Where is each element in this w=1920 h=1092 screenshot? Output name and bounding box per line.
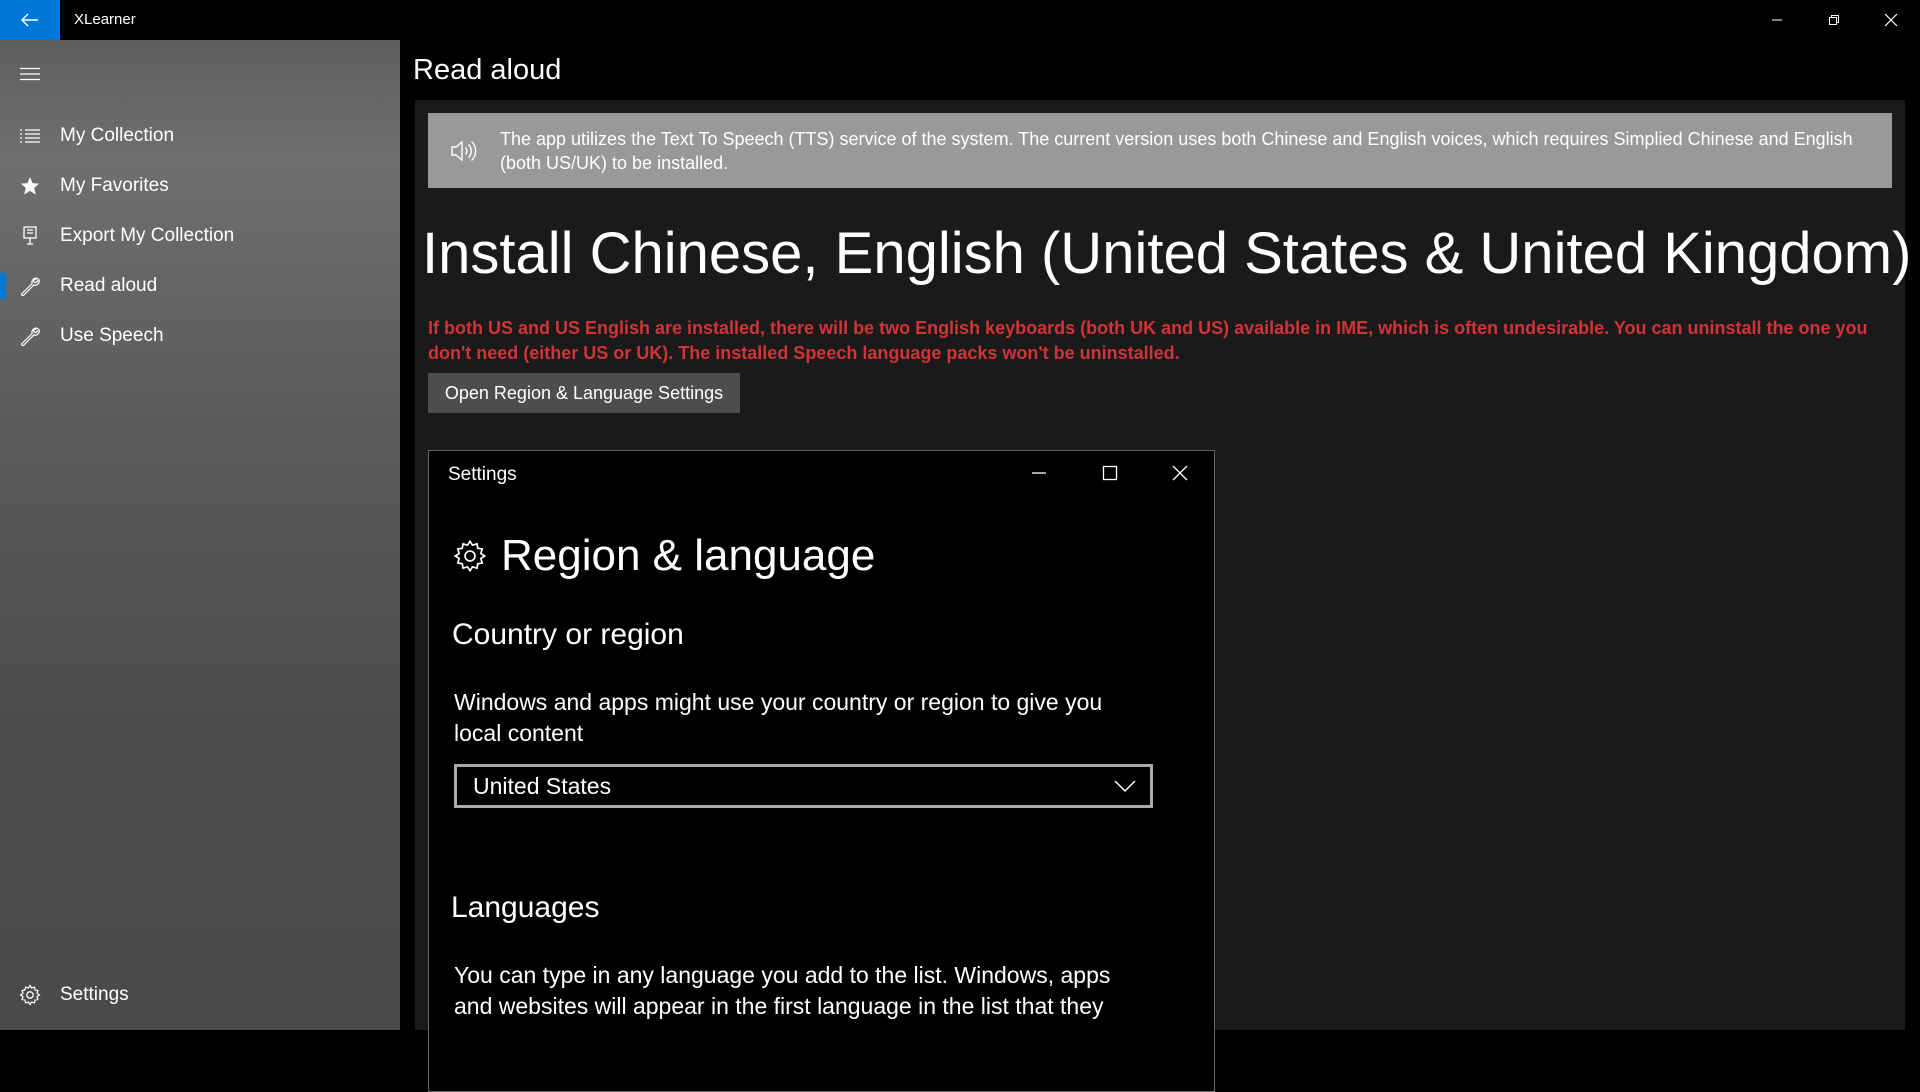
settings-heading: Region & language xyxy=(453,531,875,581)
sidebar-item-export-my-collection[interactable]: Export My Collection xyxy=(0,213,400,259)
minimize-icon xyxy=(1771,19,1782,21)
title-bar: XLearner xyxy=(0,0,1920,40)
country-dropdown: United States xyxy=(454,764,1153,808)
sidebar-item-use-speech[interactable]: Use Speech xyxy=(0,313,400,359)
wrench-icon xyxy=(0,326,60,346)
settings-screenshot: Settings Region & language Country or re… xyxy=(428,450,1215,1092)
sidebar-item-label: Settings xyxy=(60,984,129,1005)
sidebar-item-read-aloud[interactable]: Read aloud xyxy=(0,263,400,309)
minimize-button[interactable] xyxy=(1748,0,1805,40)
install-heading: Install Chinese, English (United States … xyxy=(422,221,1912,286)
back-arrow-icon xyxy=(21,13,38,27)
close-button[interactable] xyxy=(1862,0,1919,40)
settings-minimize-icon xyxy=(1004,451,1074,495)
settings-window-title: Settings xyxy=(448,464,517,485)
restore-icon xyxy=(1828,15,1839,25)
gear-icon xyxy=(453,539,487,573)
hamburger-icon xyxy=(20,67,40,81)
sidebar-item-settings[interactable]: Settings xyxy=(0,972,400,1018)
sidebar-item-my-favorites[interactable]: My Favorites xyxy=(0,163,400,209)
settings-heading-text: Region & language xyxy=(501,531,876,580)
sidebar-item-label: Export My Collection xyxy=(60,225,235,246)
sidebar-item-label: My Favorites xyxy=(60,175,169,196)
open-region-language-settings-button[interactable]: Open Region & Language Settings xyxy=(428,373,740,413)
restore-button[interactable] xyxy=(1805,0,1862,40)
sidebar: My Collection My Favorites Export My Col… xyxy=(0,40,400,1030)
close-icon xyxy=(1884,13,1897,27)
page-title: Read aloud xyxy=(413,54,562,86)
main-content: Read aloud The app utilizes the Text To … xyxy=(400,40,1920,1092)
sidebar-item-label: Use Speech xyxy=(60,325,164,346)
country-heading: Country or region xyxy=(452,618,684,651)
settings-close-icon xyxy=(1145,451,1214,495)
export-icon xyxy=(0,226,60,246)
languages-description: You can type in any language you add to … xyxy=(454,962,1111,1019)
wrench-icon xyxy=(0,276,60,296)
gear-icon xyxy=(0,984,60,1006)
warning-text: If both US and US English are installed,… xyxy=(428,318,1868,363)
banner-text: The app utilizes the Text To Speech (TTS… xyxy=(500,128,1853,173)
hamburger-button[interactable] xyxy=(12,56,48,92)
sidebar-item-label: My Collection xyxy=(60,125,175,146)
sidebar-item-my-collection[interactable]: My Collection xyxy=(0,113,400,159)
star-icon xyxy=(0,176,60,196)
sidebar-item-label: Read aloud xyxy=(60,275,158,296)
back-button[interactable] xyxy=(0,0,60,40)
info-banner: The app utilizes the Text To Speech (TTS… xyxy=(428,113,1892,188)
chevron-down-icon xyxy=(1114,780,1136,793)
list-icon xyxy=(0,128,60,144)
speaker-icon xyxy=(428,139,500,163)
settings-maximize-icon xyxy=(1075,451,1145,495)
country-value: United States xyxy=(473,772,612,799)
app-title: XLearner xyxy=(74,11,136,28)
content-panel: The app utilizes the Text To Speech (TTS… xyxy=(415,100,1911,1092)
languages-heading: Languages xyxy=(451,891,600,924)
country-description: Windows and apps might use your country … xyxy=(454,689,1103,746)
